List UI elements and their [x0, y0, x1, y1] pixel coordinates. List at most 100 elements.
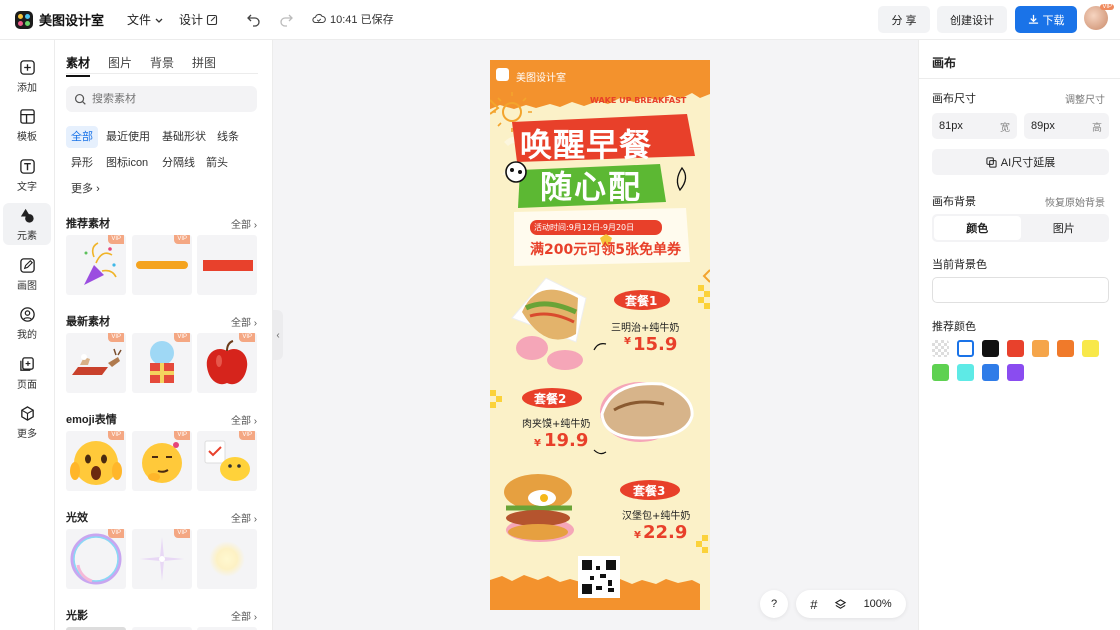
swatch-white[interactable]: [957, 340, 974, 357]
set-1-currency: ¥: [624, 336, 631, 347]
nav-add[interactable]: 添加: [3, 55, 51, 97]
material-thumb[interactable]: [197, 529, 257, 589]
material-thumb[interactable]: VIP: [132, 431, 192, 491]
search-input[interactable]: [92, 93, 242, 105]
avatar[interactable]: VIP: [1084, 4, 1114, 30]
grid-icon[interactable]: #: [810, 597, 817, 612]
glow-effect-shape: [209, 541, 245, 577]
material-thumb[interactable]: VIP: [132, 333, 192, 393]
width-value: 81px: [939, 120, 963, 132]
save-status-text: 10:41 已保存: [330, 14, 394, 26]
zoom-level[interactable]: 100%: [864, 598, 892, 610]
see-all-recommended[interactable]: 全部 ›: [231, 216, 257, 231]
material-thumb[interactable]: VIP: [132, 235, 192, 295]
swatch-transparent[interactable]: [932, 340, 949, 357]
material-thumb[interactable]: VIP: [66, 431, 126, 491]
file-menu[interactable]: 文件: [127, 11, 164, 28]
set-3-currency: ¥: [634, 530, 641, 541]
vip-badge: VIP: [108, 333, 124, 342]
chip-recent[interactable]: 最近使用: [101, 126, 155, 148]
nav-more[interactable]: 更多: [3, 401, 51, 443]
nav-mine[interactable]: 我的: [3, 302, 51, 344]
height-field[interactable]: 89px 高: [1024, 113, 1109, 139]
material-thumb[interactable]: VIP: [66, 529, 126, 589]
chip-lines[interactable]: 线条: [212, 126, 244, 148]
design-menu[interactable]: 设计: [179, 11, 218, 28]
elements-panel: 素材 图片 背景 拼图 全部 最近使用 基础形状 线条 异形 图标icon 分隔…: [55, 40, 273, 630]
file-menu-label: 文件: [127, 13, 152, 27]
poster-canvas[interactable]: 美图设计室 WAKE UP BREAKFAST 唤醒早餐 随心配 活动时间:9月…: [490, 60, 710, 610]
nav-elements-label: 元素: [17, 230, 37, 242]
chip-all[interactable]: 全部: [66, 126, 98, 148]
nav-text[interactable]: 文字: [3, 154, 51, 196]
see-all-latest[interactable]: 全部 ›: [231, 314, 257, 329]
ai-extend-icon: [986, 156, 997, 168]
undo-icon[interactable]: [246, 11, 262, 27]
bg-type-image[interactable]: 图片: [1021, 216, 1108, 240]
nav-draw[interactable]: 画图: [3, 253, 51, 295]
material-thumb[interactable]: VIP: [66, 333, 126, 393]
redo-icon[interactable]: [278, 11, 294, 27]
panel-title: 画布: [932, 56, 957, 70]
poster-brand: 美图设计室: [516, 73, 566, 84]
material-thumb[interactable]: VIP: [66, 235, 126, 295]
nav-template[interactable]: 模板: [3, 104, 51, 146]
chip-icon[interactable]: 图标icon: [101, 152, 153, 174]
swatch-black[interactable]: [982, 340, 999, 357]
width-unit: 宽: [1000, 122, 1010, 134]
swatch-yellow[interactable]: [1082, 340, 1099, 357]
apple-icon: [206, 340, 248, 385]
share-button[interactable]: 分 享: [878, 6, 930, 33]
edit-icon: [206, 14, 218, 25]
material-thumb[interactable]: VIP: [197, 333, 257, 393]
see-all-label: 全部: [231, 220, 251, 231]
ai-extend-label: AI尺寸延展: [1000, 157, 1056, 169]
search-box[interactable]: [66, 86, 257, 112]
nav-page[interactable]: 页面: [3, 352, 51, 394]
chip-special-shape[interactable]: 异形: [66, 152, 98, 174]
save-status: 10:41 已保存: [312, 11, 394, 27]
restore-bg-link[interactable]: 恢复原始背景: [1045, 194, 1105, 209]
adjust-size-link[interactable]: 调整尺寸: [1065, 91, 1105, 106]
create-design-button[interactable]: 创建设计: [937, 6, 1007, 33]
swatch-green[interactable]: [932, 364, 949, 381]
cube-icon: [20, 405, 34, 421]
swatch-blue[interactable]: [982, 364, 999, 381]
ai-extend-button[interactable]: AI尺寸延展: [932, 149, 1109, 175]
layers-icon[interactable]: [834, 598, 847, 611]
swatch-red[interactable]: [1007, 340, 1024, 357]
download-button[interactable]: 下载: [1015, 6, 1077, 33]
material-thumb[interactable]: [197, 235, 257, 295]
vip-badge: VIP: [108, 431, 124, 440]
promo-text-b: 领5: [601, 242, 625, 258]
see-all-emoji[interactable]: 全部 ›: [231, 412, 257, 427]
swatch-light-orange[interactable]: [1032, 340, 1049, 357]
vip-badge: VIP: [174, 235, 190, 244]
width-field[interactable]: 81px 宽: [932, 113, 1017, 139]
chick-checklist-emoji-icon: [204, 440, 250, 481]
swatch-orange[interactable]: [1057, 340, 1074, 357]
chip-divider[interactable]: 分隔线: [157, 152, 200, 174]
chip-basic-shapes[interactable]: 基础形状: [157, 126, 211, 148]
template-icon: [19, 108, 35, 124]
nav-elements[interactable]: 元素: [3, 203, 51, 245]
material-thumb[interactable]: VIP: [132, 529, 192, 589]
help-button[interactable]: ?: [760, 590, 788, 618]
chevron-right-icon: ›: [96, 183, 100, 195]
pen-icon: [19, 257, 35, 273]
cloud-check-icon: [312, 13, 326, 24]
chip-arrow[interactable]: 箭头: [201, 152, 233, 174]
collapse-panel-handle[interactable]: ‹: [273, 310, 283, 360]
canvas-size-label: 画布尺寸: [932, 93, 976, 105]
swatch-purple[interactable]: [1007, 364, 1024, 381]
canvas-area[interactable]: 美图设计室 WAKE UP BREAKFAST 唤醒早餐 随心配 活动时间:9月…: [273, 40, 918, 630]
set-1-title: 套餐1: [625, 294, 658, 308]
material-thumb[interactable]: VIP: [197, 431, 257, 491]
chip-more[interactable]: 更多 ›: [66, 178, 105, 200]
bg-type-color[interactable]: 颜色: [934, 216, 1021, 240]
swatch-cyan[interactable]: [957, 364, 974, 381]
current-bg-swatch[interactable]: [932, 277, 1109, 303]
see-all-light-shadow[interactable]: 全部 ›: [231, 608, 257, 623]
app-logo[interactable]: 美图设计室: [15, 10, 104, 29]
see-all-light-effect[interactable]: 全部 ›: [231, 510, 257, 525]
